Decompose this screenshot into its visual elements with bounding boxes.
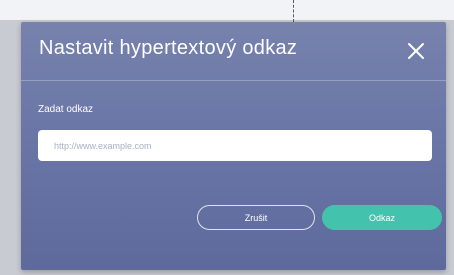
dialog-header: Nastavit hypertextový odkaz [21, 22, 446, 81]
close-icon [408, 43, 424, 59]
link-url-input[interactable] [38, 130, 432, 161]
background-page [0, 0, 454, 20]
link-field-label: Zadat odkaz [38, 104, 94, 115]
cancel-button[interactable]: Zrušit [197, 205, 315, 230]
close-button[interactable] [406, 41, 426, 61]
dialog-title: Nastavit hypertextový odkaz [39, 37, 298, 59]
hyperlink-dialog: Nastavit hypertextový odkaz Zadat odkaz … [21, 22, 446, 270]
background-divider [293, 0, 295, 22]
screen: Nastavit hypertextový odkaz Zadat odkaz … [0, 0, 454, 275]
submit-link-button[interactable]: Odkaz [322, 205, 442, 230]
